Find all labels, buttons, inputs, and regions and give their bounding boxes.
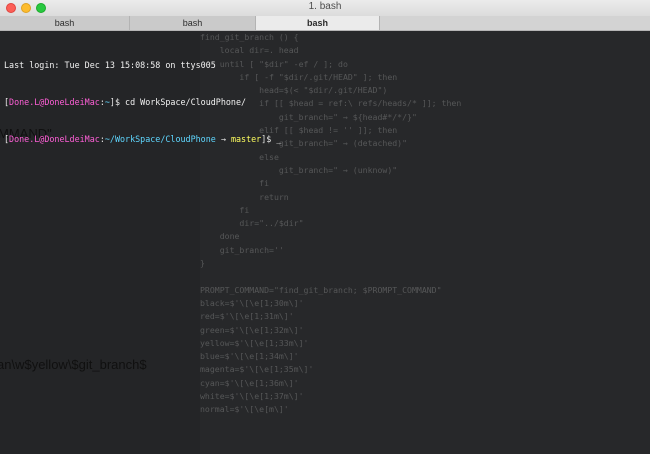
prompt-bracket-close: ]$ (261, 134, 277, 145)
tab-bash-2[interactable]: bash (130, 16, 256, 30)
background-code-line: green=$'\[\e[1;32m\]' (200, 324, 304, 335)
terminal-content[interactable]: find_git_branch () { local dir=. head un… (0, 31, 650, 454)
terminal-window: 1. bash bash bash bash find_git_branch (… (0, 0, 650, 454)
background-code-line: normal=$'\[\e[m\]' (200, 404, 289, 415)
background-code-line: cyan=$'\[\e[1;36m\]' (200, 377, 299, 388)
background-code-line: git_branch='' (200, 244, 284, 255)
input-underscore[interactable]: _ (276, 134, 281, 144)
tab-bash-1[interactable]: bash (0, 16, 130, 30)
branch-arrow: → (215, 134, 231, 145)
tab-bar: bash bash bash (0, 16, 650, 31)
background-code-line: done (200, 231, 240, 242)
background-code-line: fi (200, 178, 270, 189)
prompt-user-host: Done.L@DoneLdeiMac (9, 134, 100, 145)
background-code-line: return (200, 191, 289, 202)
background-code-line: PROMPT_COMMAND="find_git_branch; $PROMPT… (200, 284, 442, 295)
background-code-line: magenta=$'\[\e[1;35m\]' (200, 364, 314, 375)
prompt-bracket-close: ]$ (109, 97, 126, 108)
background-code-line: } (200, 258, 205, 269)
window-title: 1. bash (308, 1, 342, 12)
terminal-output: Last login: Tue Dec 13 15:08:58 on ttys0… (4, 34, 281, 170)
prompt-line-1: [Done.L@DoneLdeiMac:~]$ cd WorkSpace/Clo… (4, 96, 281, 108)
tab-bash-3-active[interactable]: bash (256, 16, 380, 30)
prompt-path: ~/WorkSpace/CloudPhone (104, 134, 216, 145)
background-code-line (200, 270, 461, 283)
background-code-line: dir="../$dir" (200, 218, 304, 229)
command-text: cd WorkSpace/CloudPhone/ (125, 97, 247, 108)
prompt-line-2: [Done.L@DoneLdeiMac:~/WorkSpace/CloudPho… (4, 133, 281, 145)
prompt-user-host: Done.L@DoneLdeiMac (9, 97, 100, 108)
background-code-line: red=$'\[\e[1;31m\]' (200, 311, 294, 322)
background-code-line: white=$'\[\e[1;37m\]' (200, 391, 304, 402)
background-code-line: yellow=$'\[\e[1;33m\]' (200, 337, 309, 348)
git-branch-name: master (230, 134, 262, 145)
background-ghost-text: an\w$yellow\$git_branch$ (0, 357, 147, 372)
background-code-line: black=$'\[\e[1;30m\]' (200, 297, 304, 308)
last-login-line: Last login: Tue Dec 13 15:08:58 on ttys0… (4, 59, 216, 70)
background-code-line: blue=$'\[\e[1;34m\]' (200, 351, 299, 362)
background-code-line: fi (200, 204, 250, 215)
title-bar[interactable]: 1. bash (0, 0, 650, 16)
